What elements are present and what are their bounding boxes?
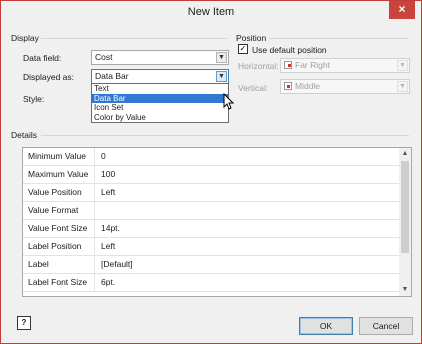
scrollbar-thumb[interactable] <box>401 161 409 253</box>
vertical-combo[interactable]: Middle ▼ <box>280 79 410 94</box>
dropdown-option-color-by-value[interactable]: Color by Value <box>92 113 228 123</box>
property-name: Value Format <box>23 202 95 219</box>
details-section-title: Details <box>11 130 37 140</box>
dialog-content: Display Data field: Cost ▼ Displayed as:… <box>7 27 415 339</box>
property-name: Minimum Value <box>23 148 95 165</box>
dropdown-option-data-bar[interactable]: Data Bar <box>92 93 228 103</box>
help-icon: ? <box>21 318 27 327</box>
property-name: Label Font Size <box>23 274 95 291</box>
displayed-as-label: Displayed as: <box>23 72 75 82</box>
property-value[interactable]: Left <box>101 184 115 201</box>
use-default-checkbox[interactable]: ✓ <box>238 44 248 54</box>
table-row[interactable]: Minimum Value 0 <box>23 148 400 166</box>
close-icon: × <box>398 2 406 16</box>
align-middle-icon <box>284 82 292 90</box>
table-row[interactable]: Label Position Left <box>23 238 400 256</box>
display-separator <box>41 38 227 39</box>
property-value[interactable]: 6pt. <box>101 274 115 291</box>
position-section-title: Position <box>236 33 267 43</box>
details-property-grid[interactable]: Minimum Value 0 Maximum Value 100 Value … <box>22 147 412 297</box>
position-separator <box>269 38 409 39</box>
table-row[interactable]: Label Font Size 6pt. <box>23 274 400 292</box>
table-row[interactable]: Value Position Left <box>23 184 400 202</box>
chevron-up-icon[interactable]: ▲ <box>399 148 411 160</box>
table-row[interactable]: Value Font Size 14pt. <box>23 220 400 238</box>
title-bar[interactable]: New Item × <box>1 1 421 25</box>
table-row[interactable]: Maximum Value 100 <box>23 166 400 184</box>
data-field-combo[interactable]: Cost ▼ <box>91 50 229 65</box>
property-value[interactable]: Left <box>101 238 115 255</box>
data-field-label: Data field: <box>23 53 62 63</box>
chevron-down-icon[interactable]: ▼ <box>397 60 408 71</box>
dropdown-option-text[interactable]: Text <box>92 84 228 94</box>
dialog-title: New Item <box>187 6 235 18</box>
use-default-label: Use default position <box>252 45 327 55</box>
chevron-down-icon[interactable]: ▼ <box>399 284 411 296</box>
displayed-as-value: Data Bar <box>95 71 129 81</box>
property-value[interactable]: [Default] <box>101 256 133 273</box>
close-button[interactable]: × <box>389 1 415 19</box>
property-value[interactable]: 0 <box>101 148 106 165</box>
displayed-as-combo[interactable]: Data Bar ▼ <box>91 69 229 84</box>
table-row[interactable]: Label [Default] <box>23 256 400 274</box>
vertical-scrollbar[interactable]: ▲ ▼ <box>399 148 411 296</box>
property-value[interactable]: 100 <box>101 166 115 183</box>
data-field-value: Cost <box>95 52 113 62</box>
dropdown-option-icon-set[interactable]: Icon Set <box>92 103 228 113</box>
property-name: Maximum Value <box>23 166 95 183</box>
horizontal-combo[interactable]: Far Right ▼ <box>280 58 410 73</box>
cancel-button[interactable]: Cancel <box>359 317 413 335</box>
vertical-label: Vertical: <box>238 83 269 93</box>
property-name: Label <box>23 256 95 273</box>
horizontal-value: Far Right <box>295 60 330 70</box>
details-separator <box>41 135 409 136</box>
help-button[interactable]: ? <box>17 316 31 330</box>
property-name: Label Position <box>23 238 95 255</box>
horizontal-label: Horizontal: <box>238 61 279 71</box>
display-section-title: Display <box>11 33 39 43</box>
style-label: Style: <box>23 94 45 104</box>
chevron-down-icon[interactable]: ▼ <box>216 52 227 63</box>
align-right-icon <box>284 61 292 69</box>
vertical-value: Middle <box>295 81 321 91</box>
displayed-as-dropdown-list: Text Data Bar Icon Set Color by Value <box>91 83 229 123</box>
property-name: Value Font Size <box>23 220 95 237</box>
chevron-down-icon[interactable]: ▼ <box>397 81 408 92</box>
table-row[interactable]: Value Format <box>23 202 400 220</box>
property-name: Value Position <box>23 184 95 201</box>
dialog-window: New Item × Display Data field: Cost ▼ Di… <box>0 0 422 344</box>
property-value[interactable]: 14pt. <box>101 220 120 237</box>
ok-button[interactable]: OK <box>299 317 353 335</box>
chevron-down-icon[interactable]: ▼ <box>216 71 227 82</box>
mouse-cursor-icon <box>223 93 235 110</box>
